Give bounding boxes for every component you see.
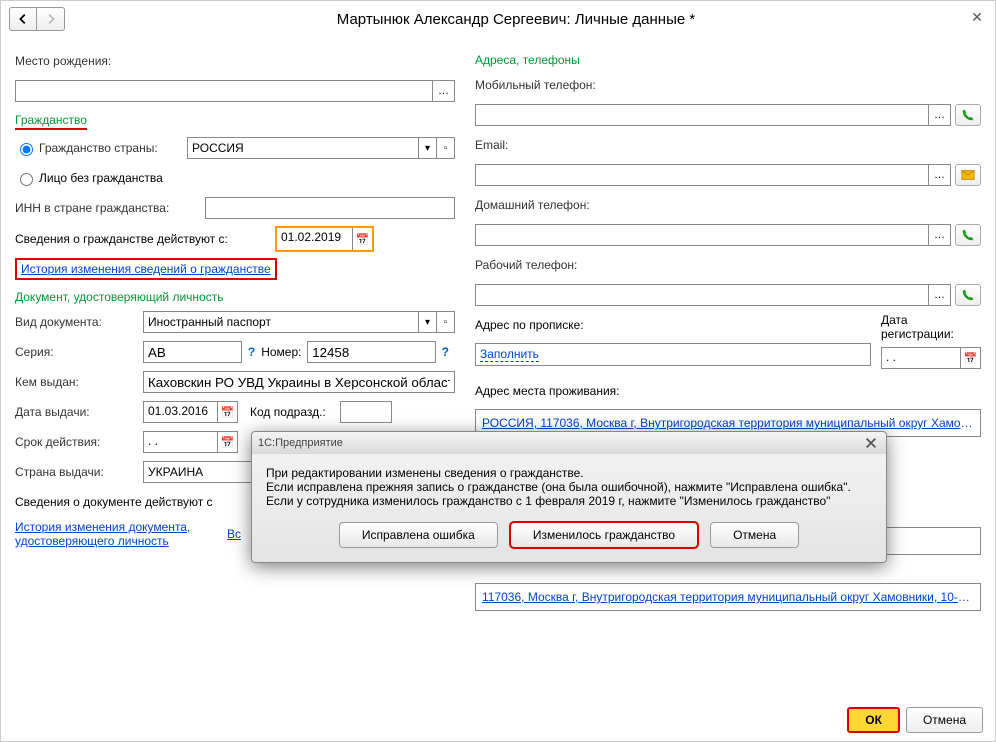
arrow-right-icon: [44, 12, 58, 26]
dialog-cancel-button[interactable]: Отмена: [710, 522, 799, 548]
citizen-since-label: Сведения о гражданстве действуют с:: [15, 232, 275, 246]
work-phone-more-button[interactable]: …: [929, 284, 951, 306]
dialog-message-2: Если исправлена прежняя запись о граждан…: [266, 480, 872, 494]
phone-icon: [961, 288, 975, 302]
mobile-phone-more-button[interactable]: …: [929, 104, 951, 126]
dept-code-input[interactable]: [340, 401, 392, 423]
reg-date-field[interactable]: . . 📅: [881, 347, 981, 369]
cancel-button[interactable]: Отмена: [906, 707, 983, 733]
citizen-country-label: Гражданство страны:: [39, 141, 187, 155]
citizen-since-date[interactable]: 01.02.2019 📅: [277, 228, 372, 250]
number-hint[interactable]: ?: [442, 345, 449, 359]
arrow-left-icon: [16, 12, 30, 26]
inn-foreign-label: ИНН в стране гражданства:: [15, 201, 205, 215]
series-hint[interactable]: ?: [248, 345, 255, 359]
reg-date-label: Дата регистрации:: [881, 313, 981, 341]
mail-icon: [961, 168, 975, 182]
reg-date-value: . .: [882, 348, 960, 368]
citizenship-section-header: Гражданство: [15, 113, 87, 130]
citizen-country-value: РОССИЯ: [188, 141, 418, 155]
birthplace-input[interactable]: [15, 80, 433, 102]
dept-code-label: Код подразд.:: [250, 405, 340, 419]
call-home-button[interactable]: [955, 224, 981, 246]
dialog-message-1: При редактировании изменены сведения о г…: [266, 466, 872, 480]
nav-back-button[interactable]: [9, 7, 37, 31]
birthplace-label: Место рождения:: [15, 54, 143, 68]
reg-address-fill-link[interactable]: Заполнить: [480, 347, 539, 362]
open-ref-icon[interactable]: ▫: [436, 312, 454, 332]
email-more-button[interactable]: …: [929, 164, 951, 186]
addresses-phones-header: Адреса, телефоны: [475, 53, 580, 67]
phone-icon: [961, 228, 975, 242]
mobile-phone-label: Мобильный телефон:: [475, 78, 623, 92]
issue-date-value: 01.03.2016: [144, 402, 217, 422]
citizenship-history-link[interactable]: История изменения сведений о гражданстве: [21, 262, 271, 276]
dialog-message-3: Если у сотрудника изменилось гражданство…: [266, 494, 872, 508]
email-input[interactable]: [475, 164, 929, 186]
doc-since-label: Сведения о документе действуют с: [15, 495, 213, 509]
series-input[interactable]: [143, 341, 242, 363]
work-phone-input[interactable]: [475, 284, 929, 306]
issue-country-label: Страна выдачи:: [15, 465, 143, 479]
error-fixed-button[interactable]: Исправлена ошибка: [339, 522, 498, 548]
reg-address-label: Адрес по прописке:: [475, 318, 584, 332]
issued-by-label: Кем выдан:: [15, 375, 143, 389]
work-phone-label: Рабочий телефон:: [475, 258, 623, 272]
window-close-button[interactable]: ✕: [967, 9, 987, 29]
validity-date-value: . .: [144, 432, 217, 452]
issue-date-label: Дата выдачи:: [15, 405, 143, 419]
citizenship-changed-button[interactable]: Изменилось гражданство: [510, 522, 698, 548]
residence-address-label: Адрес места проживания:: [475, 384, 620, 398]
ok-button[interactable]: ОК: [847, 707, 900, 733]
mobile-phone-input[interactable]: [475, 104, 929, 126]
extra-address-2-link[interactable]: 117036, Москва г, Внутригородская террит…: [480, 587, 976, 607]
home-phone-input[interactable]: [475, 224, 929, 246]
calendar-icon[interactable]: 📅: [960, 348, 980, 368]
birthplace-more-button[interactable]: …: [433, 80, 455, 102]
no-citizen-label: Лицо без гражданства: [39, 171, 163, 185]
call-work-button[interactable]: [955, 284, 981, 306]
open-ref-icon[interactable]: ▫: [436, 138, 454, 158]
dialog-title: 1С:Предприятие: [258, 437, 343, 449]
identity-doc-section-header: Документ, удостоверяющий личность: [15, 290, 223, 304]
chevron-down-icon[interactable]: ▾: [418, 138, 436, 158]
series-label: Серия:: [15, 345, 143, 359]
validity-label: Срок действия:: [15, 435, 143, 449]
all-docs-link[interactable]: Вс: [227, 527, 241, 541]
validity-date-field[interactable]: . . 📅: [143, 431, 238, 453]
citizen-since-value: 01.02.2019: [277, 228, 352, 250]
send-email-button[interactable]: [955, 164, 981, 186]
number-input[interactable]: [307, 341, 435, 363]
call-mobile-button[interactable]: [955, 104, 981, 126]
citizen-country-radio[interactable]: [20, 143, 33, 156]
doc-type-label: Вид документа:: [15, 315, 143, 329]
dialog-close-button[interactable]: [862, 435, 880, 451]
window-title: Мартынюк Александр Сергеевич: Личные дан…: [65, 11, 967, 28]
home-phone-more-button[interactable]: …: [929, 224, 951, 246]
confirmation-dialog: 1С:Предприятие При редактировании измене…: [251, 431, 887, 563]
no-citizen-radio[interactable]: [20, 173, 33, 186]
chevron-down-icon[interactable]: ▾: [418, 312, 436, 332]
nav-forward-button[interactable]: [37, 7, 65, 31]
issued-by-input[interactable]: [143, 371, 455, 393]
phone-icon: [961, 108, 975, 122]
inn-foreign-input[interactable]: [205, 197, 455, 219]
calendar-icon[interactable]: 📅: [217, 432, 237, 452]
number-label: Номер:: [261, 345, 307, 359]
issue-date-field[interactable]: 01.03.2016 📅: [143, 401, 238, 423]
calendar-icon[interactable]: 📅: [352, 228, 372, 250]
residence-address-link[interactable]: РОССИЯ, 117036, Москва г, Внутригородска…: [480, 413, 976, 433]
calendar-icon[interactable]: 📅: [217, 402, 237, 422]
doc-type-dropdown[interactable]: Иностранный паспорт ▾ ▫: [143, 311, 455, 333]
close-icon: [864, 436, 878, 450]
doc-history-link[interactable]: История изменения документа, удостоверяю…: [15, 520, 215, 548]
citizen-country-dropdown[interactable]: РОССИЯ ▾ ▫: [187, 137, 455, 159]
email-label: Email:: [475, 138, 623, 152]
doc-type-value: Иностранный паспорт: [144, 315, 418, 329]
home-phone-label: Домашний телефон:: [475, 198, 623, 212]
